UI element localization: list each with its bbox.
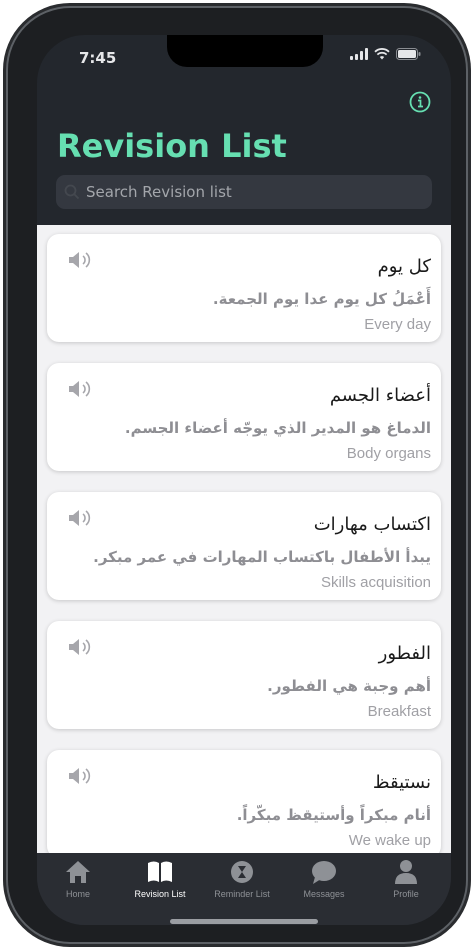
example-sentence: أَعْمَلُ كل يوم عدا يوم الجمعة. bbox=[212, 290, 431, 308]
arabic-word: الفطور bbox=[378, 643, 431, 664]
english-translation: Breakfast bbox=[367, 703, 431, 720]
hourglass-icon bbox=[231, 861, 253, 883]
tab-label: Reminder List bbox=[214, 889, 270, 899]
speaker-icon[interactable] bbox=[67, 765, 93, 787]
revision-card[interactable]: أعضاء الجسم الدماغ هو المدير الذي يوجّه … bbox=[47, 363, 441, 471]
example-sentence: أهم وجبة هي الفطور. bbox=[267, 677, 431, 695]
tab-label: Profile bbox=[393, 889, 419, 899]
book-icon bbox=[148, 861, 172, 882]
phone-frame: 7:45 Revision List Search Revision list … bbox=[6, 6, 468, 944]
english-translation: Every day bbox=[364, 316, 431, 333]
app-screen: 7:45 Revision List Search Revision list … bbox=[37, 35, 451, 925]
english-translation: Skills acquisition bbox=[320, 574, 431, 591]
wifi-icon bbox=[374, 48, 390, 60]
battery-icon bbox=[396, 48, 421, 60]
tab-reminder-list[interactable]: Reminder List bbox=[201, 859, 283, 899]
notch bbox=[167, 35, 323, 67]
tab-profile[interactable]: Profile bbox=[365, 859, 447, 899]
example-sentence: الدماغ هو المدير الذي يوجّه أعضاء الجسم. bbox=[124, 419, 431, 437]
status-time: 7:45 bbox=[79, 49, 117, 67]
tab-home[interactable]: Home bbox=[37, 859, 119, 899]
search-input[interactable]: Search Revision list bbox=[86, 183, 232, 201]
example-sentence: يبدأ الأطفال باكتساب المهارات في عمر مبك… bbox=[93, 548, 431, 566]
english-translation: We wake up bbox=[348, 832, 431, 849]
home-icon bbox=[66, 861, 90, 883]
revision-card[interactable]: نستيقظ أنام مبكراً وأستيقظ مبكّراً. We w… bbox=[47, 750, 441, 853]
tab-messages[interactable]: Messages bbox=[283, 859, 365, 899]
revision-card[interactable]: اكتساب مهارات يبدأ الأطفال باكتساب المها… bbox=[47, 492, 441, 600]
tab-bar: Home Revision List Reminder List Message… bbox=[37, 853, 451, 925]
signal-icon bbox=[350, 48, 368, 60]
arabic-word: كل يوم bbox=[377, 256, 431, 277]
search-bar[interactable]: Search Revision list bbox=[56, 175, 432, 209]
speaker-icon[interactable] bbox=[67, 378, 93, 400]
page-title: Revision List bbox=[57, 127, 287, 165]
arabic-word: نستيقظ bbox=[372, 772, 431, 793]
chat-bubble-icon bbox=[312, 861, 336, 884]
tab-label: Revision List bbox=[134, 889, 186, 899]
arabic-word: أعضاء الجسم bbox=[329, 385, 431, 406]
speaker-icon[interactable] bbox=[67, 249, 93, 271]
tab-label: Messages bbox=[303, 889, 345, 899]
english-translation: Body organs bbox=[346, 445, 431, 462]
revision-list[interactable]: كل يوم أَعْمَلُ كل يوم عدا يوم الجمعة. E… bbox=[37, 225, 451, 853]
example-sentence: أنام مبكراً وأستيقظ مبكّراً. bbox=[236, 806, 431, 824]
home-indicator bbox=[170, 919, 318, 924]
info-icon[interactable] bbox=[409, 91, 431, 113]
person-icon bbox=[395, 860, 417, 884]
speaker-icon[interactable] bbox=[67, 636, 93, 658]
arabic-word: اكتساب مهارات bbox=[313, 514, 431, 535]
status-icons bbox=[350, 48, 421, 60]
revision-card[interactable]: الفطور أهم وجبة هي الفطور. Breakfast bbox=[47, 621, 441, 729]
tab-label: Home bbox=[65, 889, 90, 899]
search-icon bbox=[64, 184, 80, 200]
revision-card[interactable]: كل يوم أَعْمَلُ كل يوم عدا يوم الجمعة. E… bbox=[47, 234, 441, 342]
speaker-icon[interactable] bbox=[67, 507, 93, 529]
tab-revision-list[interactable]: Revision List bbox=[119, 859, 201, 899]
